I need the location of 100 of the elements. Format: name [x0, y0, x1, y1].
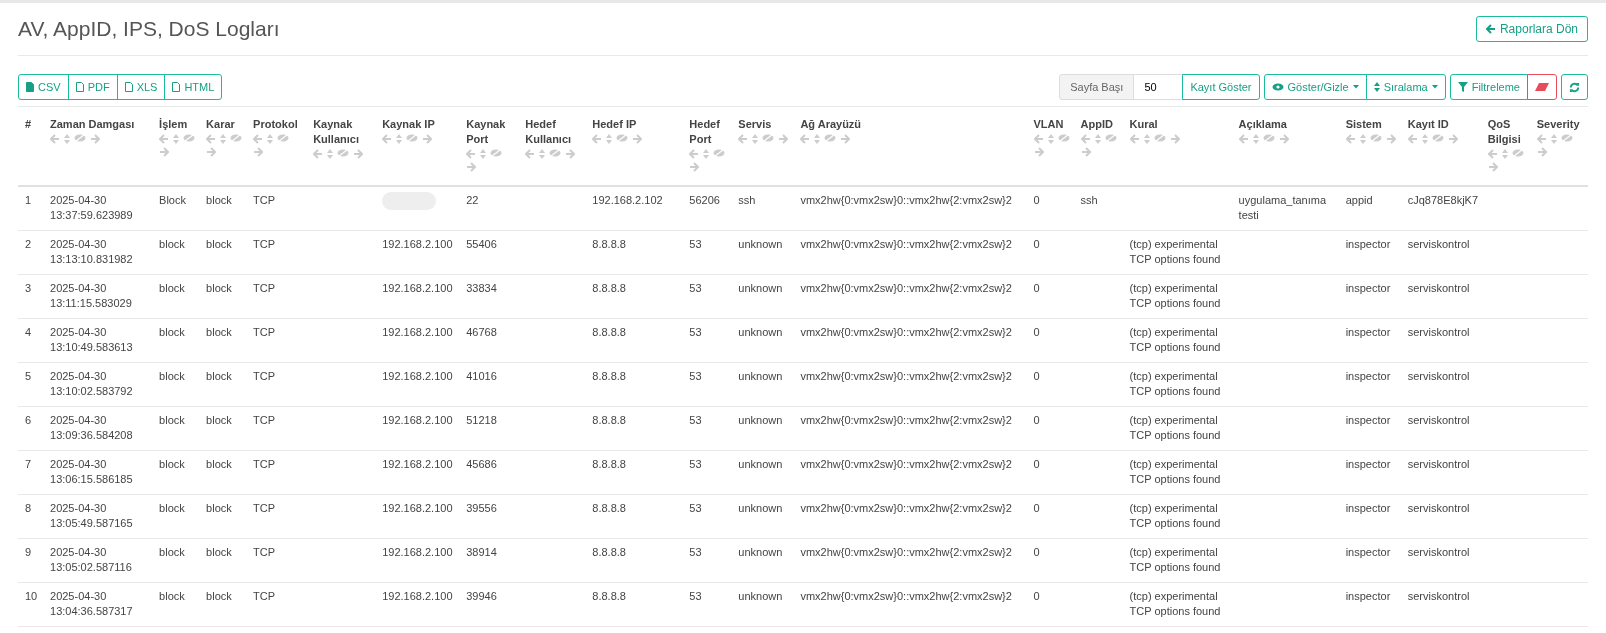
move-right-icon[interactable]: [840, 134, 851, 144]
move-left-icon[interactable]: [1345, 134, 1356, 144]
table-cell: 0: [1033, 458, 1040, 470]
move-right-icon[interactable]: [159, 147, 170, 157]
sort-icon[interactable]: [220, 134, 227, 144]
move-right-icon[interactable]: [565, 149, 576, 159]
table-cell: block: [159, 414, 185, 426]
page-title: AV, AppID, IPS, DoS Logları: [18, 17, 280, 41]
move-left-icon[interactable]: [253, 134, 264, 144]
sort-icon[interactable]: [1501, 149, 1508, 159]
move-left-icon[interactable]: [466, 149, 477, 159]
move-right-icon[interactable]: [778, 134, 789, 144]
move-left-icon[interactable]: [206, 134, 217, 144]
move-left-icon[interactable]: [1238, 134, 1249, 144]
move-right-icon[interactable]: [1487, 162, 1498, 172]
move-left-icon[interactable]: [689, 149, 700, 159]
table-cell: serviskontrol: [1407, 546, 1470, 558]
hide-column-icon[interactable]: [1511, 149, 1524, 157]
hide-column-icon[interactable]: [616, 134, 629, 142]
sort-icon[interactable]: [173, 134, 180, 144]
refresh-button[interactable]: [1561, 74, 1588, 100]
move-right-icon[interactable]: [466, 162, 477, 172]
sort-icon[interactable]: [1550, 134, 1557, 144]
export-button[interactable]: PDF: [67, 74, 118, 100]
move-right-icon[interactable]: [206, 147, 217, 157]
hide-column-icon[interactable]: [824, 134, 837, 142]
sort-icon[interactable]: [814, 134, 821, 144]
move-left-icon[interactable]: [800, 134, 811, 144]
page-size-field[interactable]: 50: [1133, 74, 1184, 100]
move-left-icon[interactable]: [1536, 134, 1547, 144]
sort-icon[interactable]: [1359, 134, 1366, 144]
table-cell: vmx2hw{0:vmx2sw}0::vmx2hw{2:vmx2sw}2: [800, 238, 1012, 250]
move-left-icon[interactable]: [525, 149, 536, 159]
show-hide-button[interactable]: Göster/Gizle: [1263, 74, 1367, 100]
sort-icon[interactable]: [539, 149, 546, 159]
sort-icon[interactable]: [1047, 134, 1054, 144]
hide-column-icon[interactable]: [1560, 134, 1573, 142]
move-left-icon[interactable]: [1033, 134, 1044, 144]
move-left-icon[interactable]: [313, 149, 324, 159]
hide-column-icon[interactable]: [183, 134, 196, 142]
sort-icon[interactable]: [64, 134, 70, 144]
sort-icon[interactable]: [480, 149, 487, 159]
sort-icon[interactable]: [1252, 134, 1259, 144]
move-left-icon[interactable]: [738, 134, 749, 144]
move-right-icon[interactable]: [1080, 147, 1091, 157]
move-right-icon[interactable]: [1278, 134, 1289, 144]
hide-column-icon[interactable]: [337, 149, 350, 157]
move-left-icon[interactable]: [1407, 134, 1418, 144]
hide-column-icon[interactable]: [713, 149, 726, 157]
hide-column-icon[interactable]: [1369, 134, 1382, 142]
move-right-icon[interactable]: [1033, 147, 1044, 157]
hide-column-icon[interactable]: [230, 134, 243, 142]
move-right-icon[interactable]: [1385, 134, 1396, 144]
hide-column-icon[interactable]: [549, 149, 562, 157]
sort-icon[interactable]: [703, 149, 710, 159]
export-button[interactable]: XLS: [116, 74, 166, 100]
move-right-icon[interactable]: [1169, 134, 1180, 144]
hide-column-icon[interactable]: [762, 134, 775, 142]
move-left-icon[interactable]: [382, 134, 393, 144]
back-button[interactable]: Raporlara Dön: [1475, 16, 1588, 42]
hide-column-icon[interactable]: [1057, 134, 1070, 142]
move-right-icon[interactable]: [353, 149, 364, 159]
move-right-icon[interactable]: [1447, 134, 1458, 144]
hide-column-icon[interactable]: [277, 134, 290, 142]
filter-button[interactable]: Filtreleme: [1449, 74, 1528, 100]
move-left-icon[interactable]: [1080, 134, 1091, 144]
move-right-icon[interactable]: [253, 147, 264, 157]
hide-column-icon[interactable]: [490, 149, 503, 157]
sort-icon[interactable]: [752, 134, 759, 144]
move-right-icon[interactable]: [1536, 147, 1547, 157]
sort-icon[interactable]: [1094, 134, 1101, 144]
move-right-icon[interactable]: [632, 134, 643, 144]
sort-icon[interactable]: [1143, 134, 1150, 144]
move-left-icon[interactable]: [592, 134, 603, 144]
hide-column-icon[interactable]: [74, 134, 86, 142]
move-right-icon[interactable]: [422, 134, 433, 144]
hide-column-icon[interactable]: [1431, 134, 1444, 142]
table-cell: vmx2hw{0:vmx2sw}0::vmx2hw{2:vmx2sw}2: [800, 414, 1012, 426]
move-left-icon[interactable]: [50, 134, 60, 144]
move-right-icon[interactable]: [90, 134, 100, 144]
show-records-button[interactable]: Kayıt Göster: [1182, 74, 1260, 100]
hide-column-icon[interactable]: [1153, 134, 1166, 142]
hide-column-icon[interactable]: [406, 134, 419, 142]
move-right-icon[interactable]: [689, 162, 700, 172]
sort-button[interactable]: Sıralama: [1365, 74, 1446, 100]
move-left-icon[interactable]: [1129, 134, 1140, 144]
sort-icon[interactable]: [396, 134, 403, 144]
sort-icon[interactable]: [267, 134, 274, 144]
move-left-icon[interactable]: [159, 134, 170, 144]
table-cell: 2025-04-30 13:05:02.587116: [50, 546, 132, 573]
export-button[interactable]: CSV: [18, 74, 69, 100]
table-cell: block: [206, 546, 232, 558]
sort-icon[interactable]: [327, 149, 334, 159]
move-left-icon[interactable]: [1487, 149, 1498, 159]
sort-icon[interactable]: [606, 134, 613, 144]
clear-filter-button[interactable]: [1527, 74, 1557, 100]
export-button[interactable]: HTML: [164, 74, 223, 100]
hide-column-icon[interactable]: [1104, 134, 1117, 142]
sort-icon[interactable]: [1421, 134, 1428, 144]
hide-column-icon[interactable]: [1262, 134, 1275, 142]
